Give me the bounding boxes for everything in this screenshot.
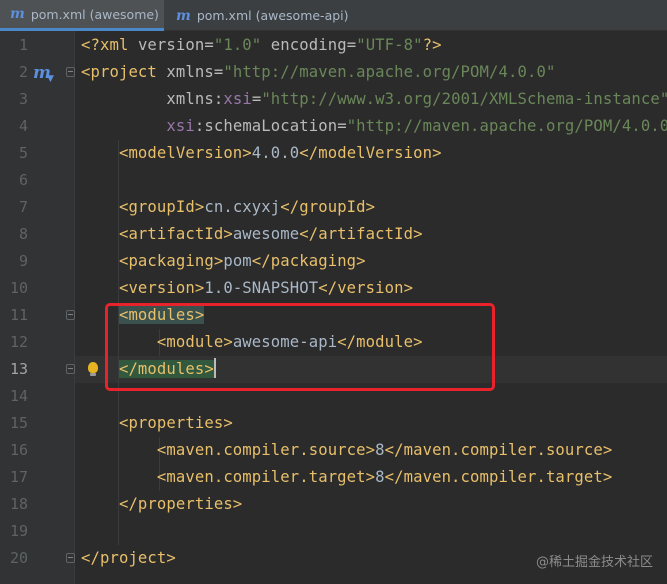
line-number: 17 — [9, 468, 28, 486]
fold-toggle-icon[interactable] — [66, 364, 75, 374]
code-text[interactable]: <maven.compiler.source>8</maven.compiler… — [81, 437, 612, 464]
code-text[interactable]: <?xml version="1.0" encoding="UTF-8"?> — [81, 32, 442, 59]
line-number: 11 — [9, 306, 28, 324]
line-number: 18 — [9, 495, 28, 513]
fold-toggle-icon[interactable] — [66, 67, 75, 77]
code-text[interactable]: </project> — [81, 545, 176, 572]
tab-label: pom.xml (awesome-api) — [196, 8, 349, 23]
fold-toggle-icon[interactable] — [66, 310, 75, 320]
line-number: 9 — [18, 252, 28, 270]
code-line: 15 <properties> — [0, 410, 667, 437]
line-number: 2 — [18, 63, 28, 81]
code-line: 17 <maven.compiler.target>8</maven.compi… — [0, 464, 667, 491]
watermark: @稀土掘金技术社区 — [535, 555, 653, 570]
line-number: 19 — [9, 522, 28, 540]
line-number: 5 — [18, 144, 28, 162]
code-text[interactable]: xmlns:xsi="http://www.w3.org/2001/XMLSch… — [81, 86, 667, 113]
line-number: 8 — [18, 225, 28, 243]
code-text[interactable]: <artifactId>awesome</artifactId> — [81, 221, 423, 248]
line-number: 20 — [9, 549, 28, 567]
code-text[interactable]: <maven.compiler.target>8</maven.compiler… — [81, 464, 612, 491]
code-line: 8 <artifactId>awesome</artifactId> — [0, 221, 667, 248]
code-text[interactable]: <packaging>pom</packaging> — [81, 248, 366, 275]
code-text[interactable]: <groupId>cn.cxyxj</groupId> — [81, 194, 375, 221]
code-line: 2 <project xmlns="http://maven.apache.org… — [0, 59, 667, 86]
code-line: 4 xsi:schemaLocation="http://maven.apach… — [0, 113, 667, 140]
maven-file-icon: m — [176, 7, 191, 24]
code-text[interactable]: <version>1.0-SNAPSHOT</version> — [81, 275, 413, 302]
code-line: 7 <groupId>cn.cxyxj</groupId> — [0, 194, 667, 221]
code-line: 1 <?xml version="1.0" encoding="UTF-8"?> — [0, 32, 667, 59]
line-number: 1 — [18, 36, 28, 54]
code-text[interactable]: <modelVersion>4.0.0</modelVersion> — [81, 140, 442, 167]
navigate-arrow-icon[interactable]: ▼ — [47, 74, 54, 84]
maven-file-icon: m — [10, 6, 25, 22]
tab-pom-awesome[interactable]: m pom.xml (awesome) — [0, 0, 164, 31]
line-number: 13 — [9, 360, 28, 378]
code-line: 10 <version>1.0-SNAPSHOT</version> — [0, 275, 667, 302]
code-line: 6 — [0, 167, 667, 194]
code-text[interactable]: <project xmlns="http://maven.apache.org/… — [81, 59, 555, 86]
line-number: 3 — [18, 90, 28, 108]
code-text[interactable]: </properties> — [81, 491, 242, 518]
code-line: 5 <modelVersion>4.0.0</modelVersion> — [0, 140, 667, 167]
line-number: 4 — [18, 117, 28, 135]
code-line: 16 <maven.compiler.source>8</maven.compi… — [0, 437, 667, 464]
line-number: 15 — [9, 414, 28, 432]
fold-toggle-icon[interactable] — [66, 553, 75, 563]
editor-tab-bar: m pom.xml (awesome) m pom.xml (awesome-a… — [0, 0, 667, 31]
line-number: 10 — [9, 279, 28, 297]
code-line: 9 <packaging>pom</packaging> — [0, 248, 667, 275]
lightbulb-icon[interactable] — [88, 362, 98, 376]
line-number: 14 — [9, 387, 28, 405]
line-number: 12 — [9, 333, 28, 351]
code-line: 18 </properties> — [0, 491, 667, 518]
tab-pom-awesome-api[interactable]: m pom.xml (awesome-api) — [166, 0, 349, 31]
highlight-box — [105, 303, 495, 391]
line-number: 7 — [18, 198, 28, 216]
line-number: 6 — [18, 171, 28, 189]
line-number: 16 — [9, 441, 28, 459]
code-line: 3 xmlns:xsi="http://www.w3.org/2001/XMLS… — [0, 86, 667, 113]
tab-label: pom.xml (awesome) — [30, 6, 159, 22]
code-line: 19 — [0, 518, 667, 545]
code-text[interactable]: xsi:schemaLocation="http://maven.apache.… — [81, 113, 667, 140]
code-text[interactable]: <properties> — [81, 410, 233, 437]
